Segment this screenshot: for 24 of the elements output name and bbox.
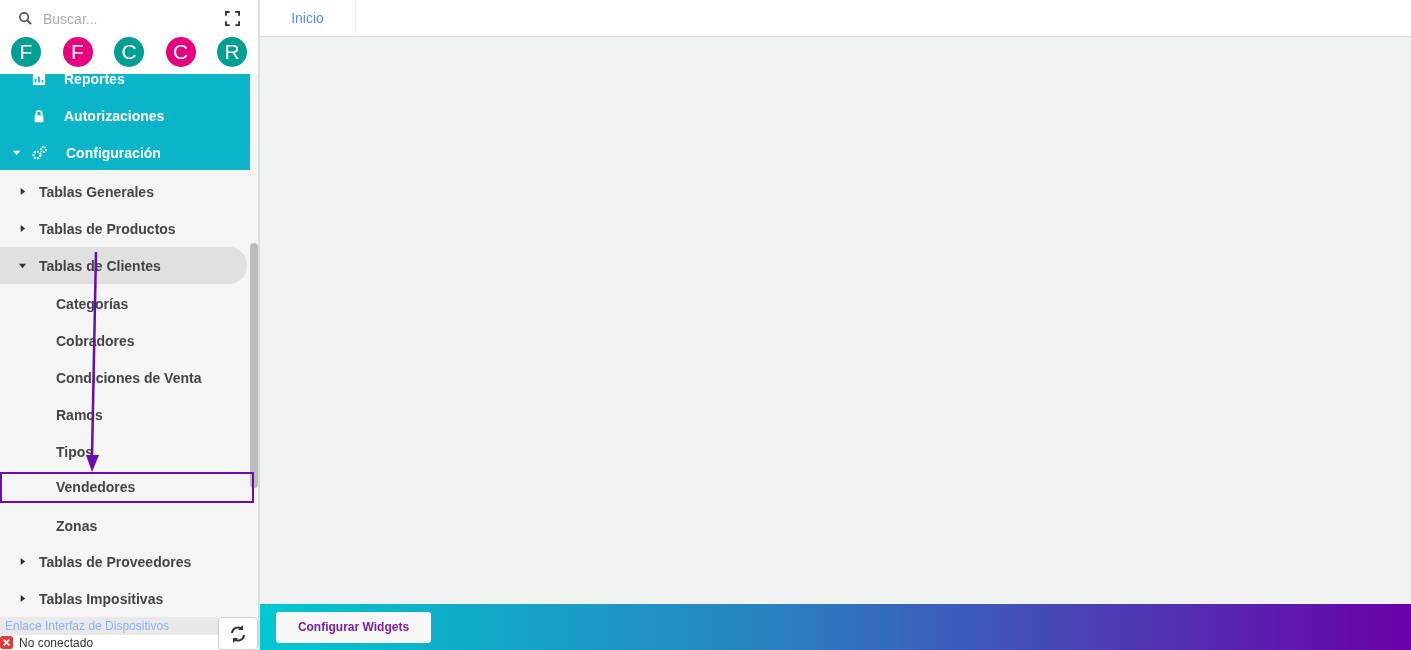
tree-item[interactable]: Tablas de Productos [0, 210, 247, 247]
caret-icon [18, 224, 27, 233]
user-avatar[interactable]: F [62, 37, 93, 67]
fullscreen-icon[interactable] [225, 11, 240, 26]
sync-icon [228, 623, 248, 644]
connection-status: No conectado [19, 635, 94, 650]
search-field[interactable]: Buscar... [41, 9, 217, 28]
tree-item[interactable]: Tablas Impositivas [0, 580, 247, 617]
scrollbar[interactable] [250, 243, 258, 488]
tree-item[interactable]: Vendedores [0, 472, 254, 503]
caret-icon [18, 594, 27, 603]
caret-icon [11, 148, 21, 158]
gears-icon [32, 144, 48, 161]
tree-item[interactable]: Tablas de Proveedores [0, 543, 247, 580]
lock-icon [32, 108, 46, 123]
caret-icon [18, 261, 27, 270]
caret-icon [18, 187, 27, 196]
user-avatar[interactable]: C [165, 37, 196, 67]
search-icon [18, 11, 33, 26]
tree-item[interactable]: Tablas Generales [0, 173, 247, 210]
tree-item[interactable]: Zonas [0, 506, 254, 543]
configure-widgets-button[interactable]: Configurar Widgets [276, 611, 431, 643]
caret-icon [18, 557, 27, 566]
sync-button[interactable] [218, 617, 258, 650]
